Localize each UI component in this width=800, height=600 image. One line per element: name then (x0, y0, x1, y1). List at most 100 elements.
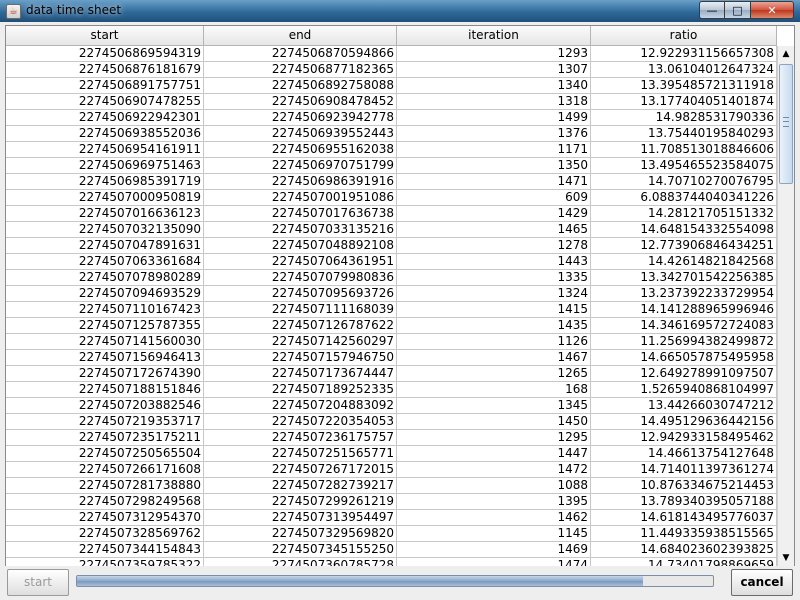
table-row[interactable]: 2274507000950819 2274507001951086 609 6.088… (6, 190, 777, 206)
table-cell-ratio: 14.42614821842568 (591, 254, 777, 270)
table-cell-start: 2274507188151846 (6, 382, 204, 398)
table-cell-end: 2274507111168039 (204, 302, 397, 318)
table-row[interactable]: 2274507094693529 2274507095693726 1324 13.2… (6, 286, 777, 302)
table-row[interactable]: 2274507125787355 2274507126787622 1435 14.3… (6, 318, 777, 334)
table-cell-ratio: 13.177404051401874 (591, 94, 777, 110)
cancel-button[interactable]: cancel (731, 569, 793, 596)
table-cell-ratio: 1.5265940868104997 (591, 382, 777, 398)
table-row[interactable]: 2274507016636123 2274507017636738 1429 14.2… (6, 206, 777, 222)
table-cell-end: 2274507329569820 (204, 526, 397, 542)
grip-icon (783, 117, 789, 127)
table-row[interactable]: 2274507156946413 2274507157946750 1467 14.6… (6, 350, 777, 366)
table-row[interactable]: 2274507032135090 2274507033135216 1465 14.6… (6, 222, 777, 238)
table-cell-end: 2274506923942778 (204, 110, 397, 126)
table-row[interactable]: 2274507266171608 2274507267172015 1472 14.7… (6, 462, 777, 478)
table-cell-start: 2274507312954370 (6, 510, 204, 526)
close-button[interactable]: ✕ (751, 1, 794, 19)
table-row[interactable]: 2274506938552036 2274506939552443 1376 13.7… (6, 126, 777, 142)
table-cell-ratio: 11.256994382499872 (591, 334, 777, 350)
table-row[interactable]: 2274507188151846 2274507189252335 168 1.526… (6, 382, 777, 398)
table-row[interactable]: 2274507235175211 2274507236175757 1295 12.9… (6, 430, 777, 446)
table-cell-ratio: 12.649278991097507 (591, 366, 777, 382)
column-header-end[interactable]: end (204, 26, 397, 45)
table-cell-iteration: 1307 (397, 62, 591, 78)
table-cell-ratio: 14.141288965996946 (591, 302, 777, 318)
table-cell-end: 2274507064361951 (204, 254, 397, 270)
table-cell-iteration: 1293 (397, 46, 591, 62)
table-cell-end: 2274506939552443 (204, 126, 397, 142)
table-cell-start: 2274506969751463 (6, 158, 204, 174)
table-cell-iteration: 1415 (397, 302, 591, 318)
table-row[interactable]: 2274507328569762 2274507329569820 1145 11.4… (6, 526, 777, 542)
table-cell-start: 2274507094693529 (6, 286, 204, 302)
column-header-iteration[interactable]: iteration (397, 26, 591, 45)
table-cell-start: 2274507063361684 (6, 254, 204, 270)
table-row[interactable]: 2274507141560030 2274507142560297 1126 11.2… (6, 334, 777, 350)
table-row[interactable]: 2274506891757751 2274506892758088 1340 13.3… (6, 78, 777, 94)
table-cell-start: 2274507156946413 (6, 350, 204, 366)
table-row[interactable]: 2274507298249568 2274507299261219 1395 13.7… (6, 494, 777, 510)
table-cell-end: 2274507001951086 (204, 190, 397, 206)
table-cell-start: 2274506891757751 (6, 78, 204, 94)
table-cell-iteration: 1295 (397, 430, 591, 446)
table-cell-iteration: 1435 (397, 318, 591, 334)
table-cell-start: 2274507000950819 (6, 190, 204, 206)
table-cell-ratio: 14.684023602393825 (591, 542, 777, 558)
table-row[interactable]: 2274507078980289 2274507079980836 1335 13.3… (6, 270, 777, 286)
table-row[interactable]: 2274506969751463 2274506970751799 1350 13.4… (6, 158, 777, 174)
table-cell-end: 2274507313954497 (204, 510, 397, 526)
table-cell-ratio: 14.346169572724083 (591, 318, 777, 334)
scroll-up-icon[interactable]: ▲ (778, 46, 794, 63)
table-cell-iteration: 1395 (397, 494, 591, 510)
vertical-scrollbar[interactable]: ▲ ▼ (777, 46, 794, 567)
java-cup-icon: ☕ (6, 4, 21, 19)
table-cell-iteration: 1469 (397, 542, 591, 558)
table-row[interactable]: 2274507110167423 2274507111168039 1415 14.1… (6, 302, 777, 318)
table-row[interactable]: 2274507047891631 2274507048892108 1278 12.7… (6, 238, 777, 254)
table-cell-iteration: 1324 (397, 286, 591, 302)
table-cell-ratio: 14.618143495776037 (591, 510, 777, 526)
table-row[interactable]: 2274506954161911 2274506955162038 1171 11.7… (6, 142, 777, 158)
table-cell-ratio: 13.237392233729954 (591, 286, 777, 302)
table-row[interactable]: 2274506876181679 2274506877182365 1307 13.0… (6, 62, 777, 78)
table-cell-start: 2274507078980289 (6, 270, 204, 286)
table-row[interactable]: 2274506907478255 2274506908478452 1318 13.1… (6, 94, 777, 110)
table-row[interactable]: 2274507344154843 2274507345155250 1469 14.6… (6, 542, 777, 558)
table-body[interactable]: 2274506869594319 2274506870594866 1293 12.9… (6, 46, 777, 567)
table-cell-iteration: 1467 (397, 350, 591, 366)
table-cell-end: 2274507017636738 (204, 206, 397, 222)
column-header-ratio[interactable]: ratio (591, 26, 777, 45)
table-cell-ratio: 13.395485721311918 (591, 78, 777, 94)
table-cell-ratio: 14.665057875495958 (591, 350, 777, 366)
table-cell-ratio: 14.714011397361274 (591, 462, 777, 478)
column-header-start[interactable]: start (6, 26, 204, 45)
table-row[interactable]: 2274507203882546 2274507204883092 1345 13.4… (6, 398, 777, 414)
table-cell-start: 2274506938552036 (6, 126, 204, 142)
title-bar[interactable]: ☕ data time sheet — □ ✕ (0, 0, 800, 22)
table-row[interactable]: 2274507250565504 2274507251565771 1447 14.4… (6, 446, 777, 462)
table-row[interactable]: 2274506985391719 2274506986391916 1471 14.7… (6, 174, 777, 190)
start-button[interactable]: start (7, 569, 69, 596)
table-cell-start: 2274506922942301 (6, 110, 204, 126)
maximize-button[interactable]: □ (725, 1, 751, 19)
scroll-thumb[interactable] (779, 64, 793, 184)
table-cell-start: 2274506985391719 (6, 174, 204, 190)
table-cell-iteration: 1145 (397, 526, 591, 542)
table-cell-end: 2274507251565771 (204, 446, 397, 462)
table-row[interactable]: 2274507281738880 2274507282739217 1088 10.8… (6, 478, 777, 494)
scroll-down-icon[interactable]: ▼ (778, 550, 794, 567)
table-cell-start: 2274507344154843 (6, 542, 204, 558)
table-cell-ratio: 14.70710270076795 (591, 174, 777, 190)
progress-bar (76, 575, 714, 587)
table-cell-end: 2274507157946750 (204, 350, 397, 366)
table-row[interactable]: 2274507063361684 2274507064361951 1443 14.4… (6, 254, 777, 270)
table-cell-end: 2274506986391916 (204, 174, 397, 190)
table-row[interactable]: 2274507172674390 2274507173674447 1265 12.6… (6, 366, 777, 382)
table-row[interactable]: 2274507312954370 2274507313954497 1462 14.6… (6, 510, 777, 526)
table-cell-ratio: 10.876334675214453 (591, 478, 777, 494)
minimize-button[interactable]: — (699, 1, 725, 19)
table-row[interactable]: 2274507219353717 2274507220354053 1450 14.4… (6, 414, 777, 430)
table-row[interactable]: 2274506922942301 2274506923942778 1499 14.9… (6, 110, 777, 126)
data-table[interactable]: start end iteration ratio 2274506869594319 2… (5, 25, 795, 568)
table-row[interactable]: 2274506869594319 2274506870594866 1293 12.9… (6, 46, 777, 62)
